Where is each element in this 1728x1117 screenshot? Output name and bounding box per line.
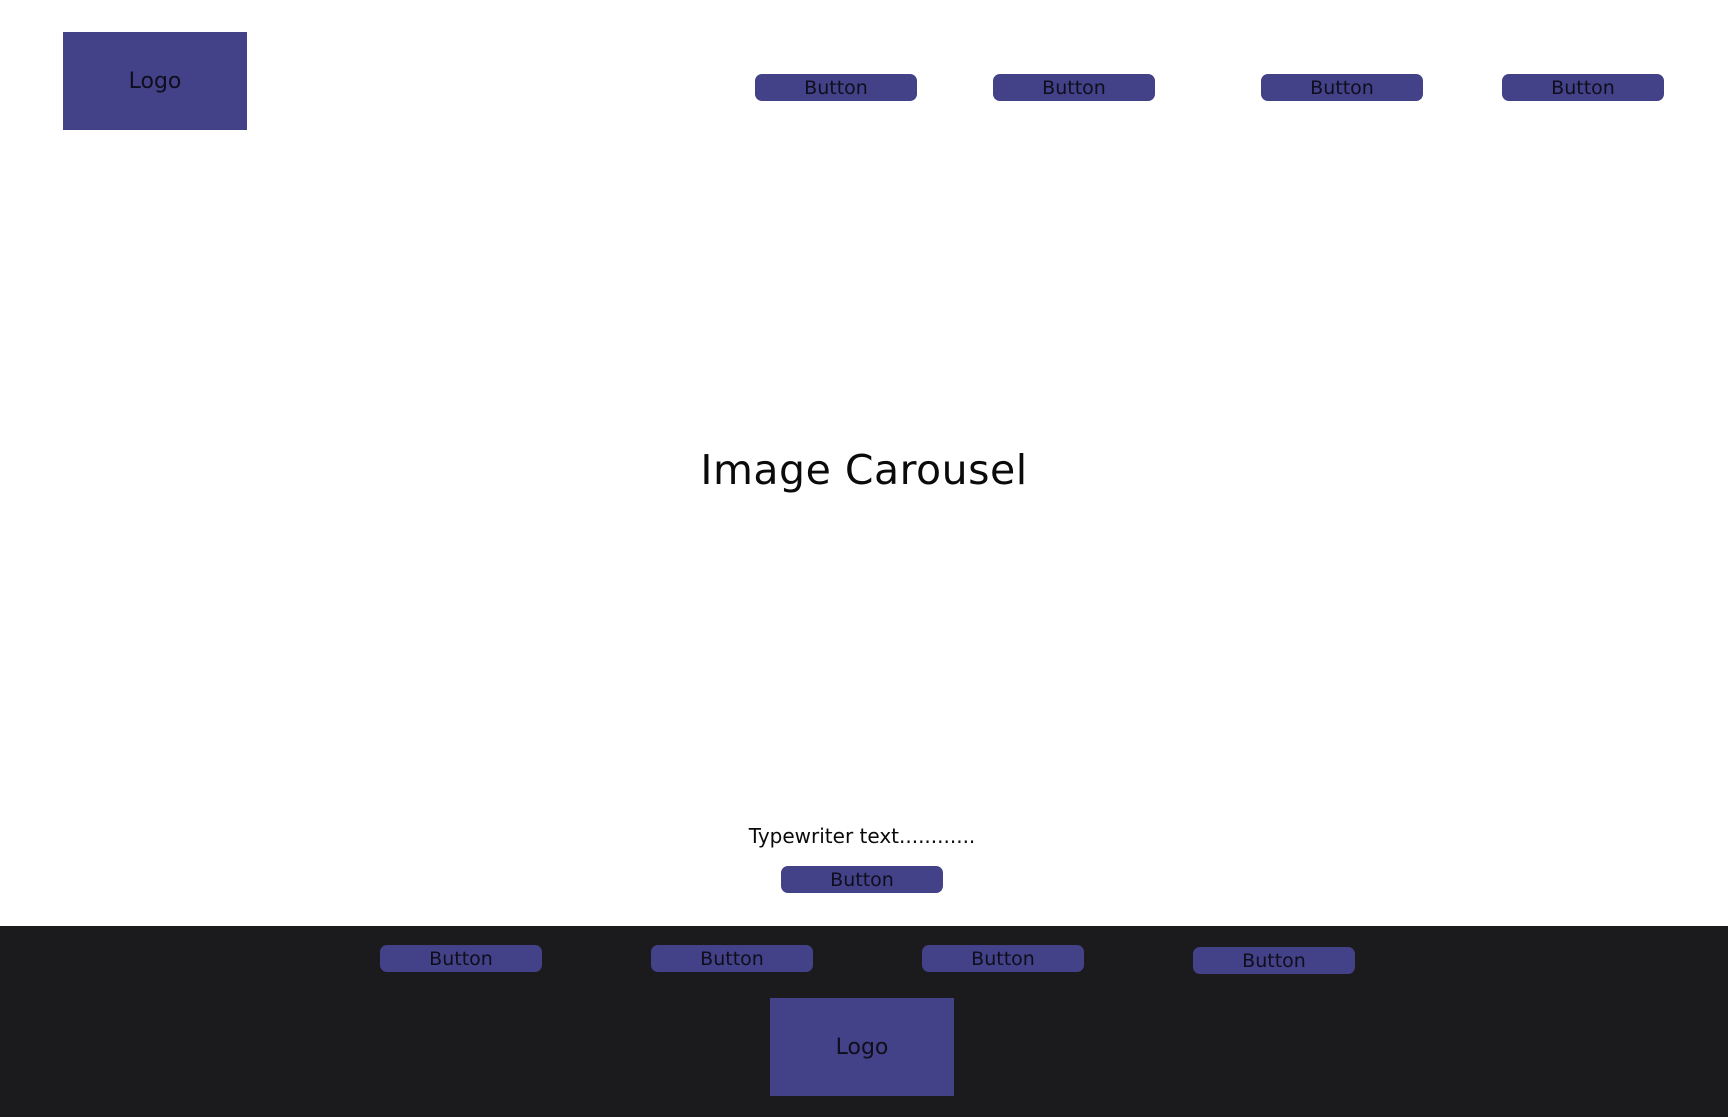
page: Logo Button Button Button Button Image C…	[0, 0, 1728, 1117]
footer-button-1[interactable]: Button	[380, 945, 542, 972]
typewriter-text: Typewriter text............	[748, 824, 976, 848]
footer-logo-label: Logo	[835, 1034, 889, 1060]
header-nav-button-3[interactable]: Button	[1261, 74, 1423, 101]
header-nav-button-4[interactable]: Button	[1502, 74, 1664, 101]
cta-button[interactable]: Button	[781, 866, 943, 893]
footer-button-2[interactable]: Button	[651, 945, 813, 972]
header-nav-button-1[interactable]: Button	[755, 74, 917, 101]
image-carousel[interactable]: Image Carousel	[0, 150, 1728, 790]
footer-button-4[interactable]: Button	[1193, 947, 1355, 974]
header-logo[interactable]: Logo	[63, 32, 247, 130]
footer-button-3[interactable]: Button	[922, 945, 1084, 972]
footer-logo[interactable]: Logo	[770, 998, 954, 1096]
header-logo-label: Logo	[128, 68, 182, 94]
footer: Button Button Button Button Logo	[0, 926, 1728, 1117]
carousel-label: Image Carousel	[700, 446, 1028, 494]
header-nav-button-2[interactable]: Button	[993, 74, 1155, 101]
